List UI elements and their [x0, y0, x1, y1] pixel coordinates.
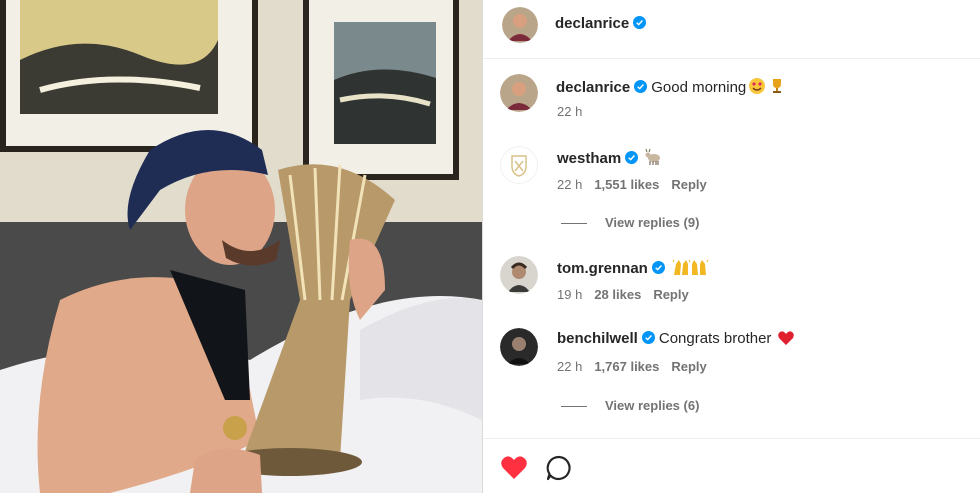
- verified-badge-icon: [641, 331, 655, 344]
- trophy-emoji-icon: [768, 77, 786, 99]
- comment-time: 19 h: [557, 287, 583, 302]
- heart-icon[interactable]: [500, 455, 528, 483]
- raised-hands-emoji-icon: [671, 258, 709, 280]
- post-photo: [0, 0, 482, 493]
- comment-username-westham[interactable]: westham: [557, 150, 621, 167]
- replies-divider: [561, 406, 587, 408]
- reply-button[interactable]: Reply: [671, 177, 706, 192]
- verified-badge-icon: [625, 151, 639, 164]
- comment-username-benchilwell[interactable]: benchilwell: [557, 330, 638, 347]
- comment-avatar-westham[interactable]: [500, 146, 538, 184]
- comment-meta-benchilwell: 22 h 1,767 likes Reply: [557, 359, 707, 374]
- comment-text: Congrats brother: [658, 330, 772, 347]
- comment-likes[interactable]: 1,551 likes: [594, 177, 659, 192]
- comment-time: 22 h: [557, 177, 583, 192]
- author-username[interactable]: declanrice: [555, 15, 647, 32]
- verified-badge-icon: [633, 16, 647, 29]
- caption-text: Good morning: [651, 79, 747, 96]
- caption-avatar[interactable]: [500, 74, 538, 112]
- comment-meta-westham: 22 h 1,551 likes Reply: [557, 177, 707, 192]
- caption-line: declanrice Good morning: [556, 77, 786, 99]
- reply-button[interactable]: Reply: [653, 287, 688, 302]
- view-replies-label[interactable]: View replies (9): [605, 215, 699, 230]
- action-bar: [483, 438, 980, 494]
- replies-divider: [561, 223, 587, 225]
- heart-eyes-emoji-icon: [748, 77, 766, 99]
- comments-panel: declanrice declanrice Good morning 22 h w…: [483, 0, 980, 493]
- author-username-text[interactable]: declanrice: [555, 15, 629, 32]
- reply-button[interactable]: Reply: [671, 359, 706, 374]
- comment-line-tom-grennan: tom.grennan: [557, 258, 709, 280]
- comment-username-tom-grennan[interactable]: tom.grennan: [557, 260, 648, 277]
- comment-likes[interactable]: 1,767 likes: [594, 359, 659, 374]
- comment-avatar-tom-grennan[interactable]: [500, 256, 538, 294]
- red-heart-emoji-icon: [777, 330, 795, 350]
- comment-likes[interactable]: 28 likes: [594, 287, 641, 302]
- view-replies-label[interactable]: View replies (6): [605, 398, 699, 413]
- author-avatar[interactable]: [502, 7, 538, 43]
- comment-time: 22 h: [557, 359, 583, 374]
- post-header: declanrice: [483, 0, 980, 59]
- comment-line-westham: westham: [557, 148, 662, 170]
- verified-badge-icon: [634, 80, 648, 93]
- caption-time: 22 h: [557, 104, 583, 119]
- goat-emoji-icon: [644, 148, 662, 170]
- comment-avatar-benchilwell[interactable]: [500, 328, 538, 366]
- speech-bubble-icon[interactable]: [545, 454, 573, 482]
- comment-line-benchilwell: benchilwell Congrats brother: [557, 330, 795, 350]
- comment-meta-tom-grennan: 19 h 28 likes Reply: [557, 287, 689, 302]
- view-replies-button[interactable]: View replies (6): [561, 398, 699, 413]
- view-replies-button[interactable]: View replies (9): [561, 215, 699, 230]
- caption-username[interactable]: declanrice: [556, 79, 630, 96]
- post-image: [0, 0, 482, 493]
- verified-badge-icon: [651, 261, 665, 274]
